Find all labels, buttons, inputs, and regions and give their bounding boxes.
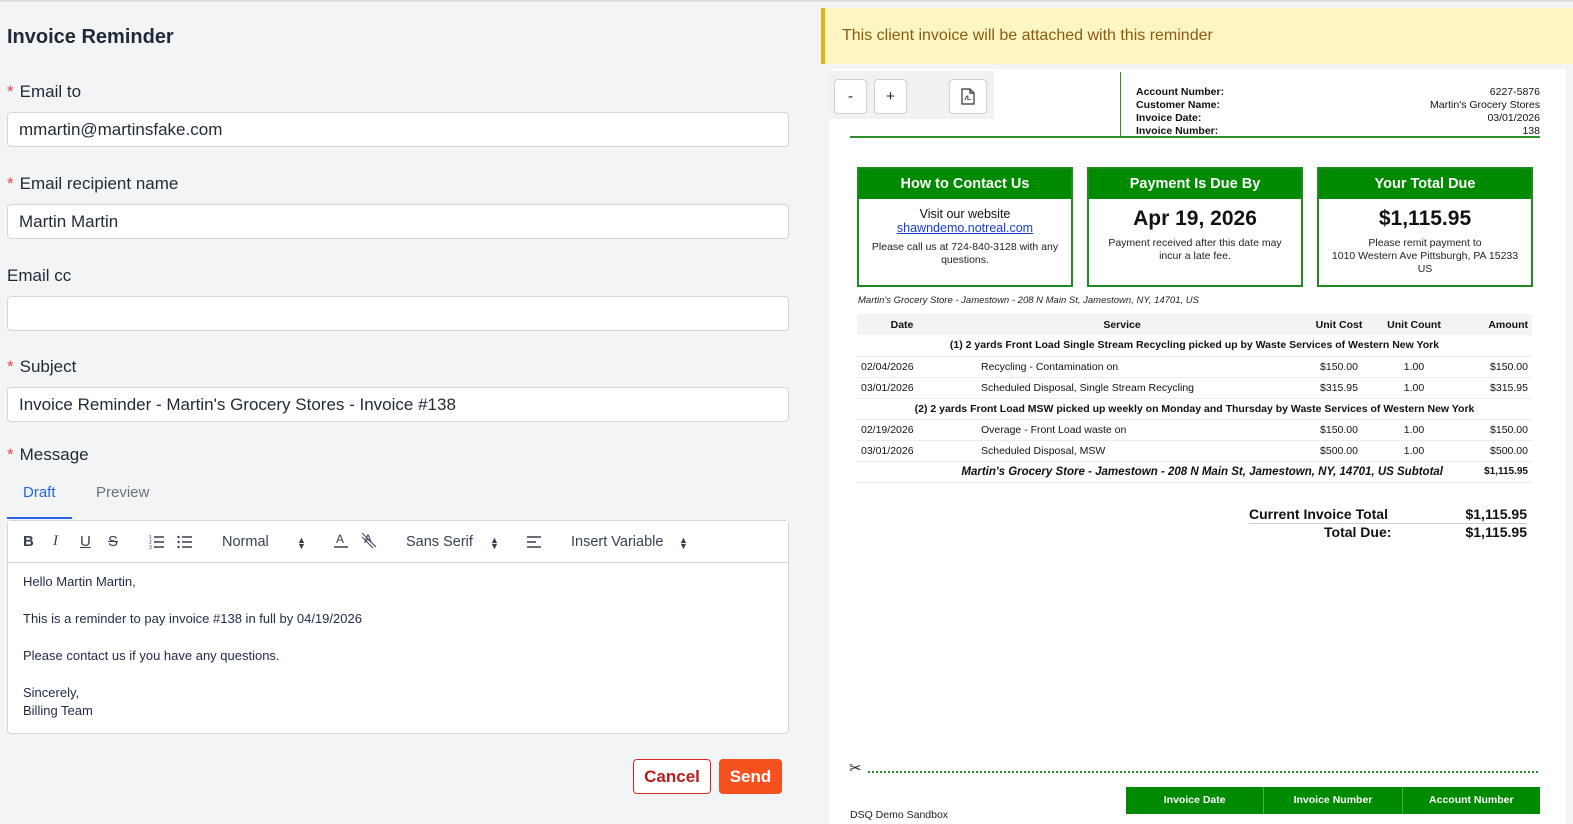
bullet-list-icon[interactable]	[177, 533, 193, 553]
italic-button[interactable]: I	[53, 533, 58, 550]
font-select[interactable]: Sans Serif ▲ ▼	[406, 534, 502, 551]
due-date-card: Payment Is Due By Apr 19, 2026 Payment r…	[1087, 167, 1303, 287]
scissors-icon: ✂	[849, 760, 862, 777]
recipient-name-input[interactable]: Martin Martin	[7, 204, 789, 239]
remit-note: Please remit payment to 1010 Western Ave…	[1331, 237, 1519, 275]
website-link[interactable]: shawndemo.notreal.com	[859, 221, 1071, 235]
svg-text:3: 3	[149, 545, 152, 549]
service-group-row: (1) 2 yards Front Load Single Stream Rec…	[857, 335, 1532, 357]
message-label: * Message	[7, 445, 89, 464]
select-arrows-icon: ▲ ▼	[297, 535, 306, 551]
subject-label: * Subject	[7, 357, 77, 376]
subject-input[interactable]: Invoice Reminder - Martin's Grocery Stor…	[7, 387, 789, 422]
contact-card: How to Contact Us Visit our website shaw…	[857, 167, 1073, 287]
select-arrows-icon: ▲ ▼	[490, 535, 499, 551]
header-rule	[850, 136, 1540, 138]
email-cc-label: Email cc	[7, 266, 72, 285]
message-line: Please contact us if you have any questi…	[23, 648, 280, 663]
zoom-in-button[interactable]: +	[874, 79, 907, 114]
underline-button[interactable]: U	[80, 533, 91, 550]
message-body[interactable]: Hello Martin Martin, This is a reminder …	[23, 573, 362, 720]
col-unit-cost: Unit Cost	[1297, 314, 1381, 335]
account-number-row: Account Number: 6227-5876	[1136, 86, 1540, 98]
pdf-download-icon[interactable]	[949, 79, 987, 114]
col-date: Date	[857, 314, 947, 335]
required-marker: *	[7, 357, 14, 376]
header-divider	[1120, 72, 1121, 138]
customer-name-row: Customer Name: Martin's Grocery Stores	[1136, 99, 1540, 111]
cancel-button[interactable]: Cancel	[633, 759, 711, 794]
svg-text:A: A	[336, 532, 344, 546]
invoice-date-row: Invoice Date: 03/01/2026	[1136, 112, 1540, 124]
invoice-line-items: Date Service Unit Cost Unit Count Amount…	[857, 314, 1532, 483]
remit-col-invoice-date: Invoice Date	[1126, 787, 1265, 814]
col-unit-count: Unit Count	[1381, 314, 1447, 335]
invoice-reminder-form: Invoice Reminder * Email to mmartin@marti…	[0, 0, 800, 824]
tab-draft[interactable]: Draft	[23, 484, 56, 501]
message-line: Billing Team	[23, 703, 93, 718]
insert-variable-select[interactable]: Insert Variable ▲ ▼	[571, 534, 691, 551]
table-header: Date Service Unit Cost Unit Count Amount	[857, 314, 1532, 335]
invoice-document: - + Account Number: 6227-5876 Customer Na…	[829, 69, 1566, 824]
tab-preview[interactable]: Preview	[96, 484, 149, 501]
required-marker: *	[7, 174, 14, 193]
attachment-notice-banner: This client invoice will be attached wit…	[821, 8, 1573, 64]
strike-button[interactable]: S	[108, 533, 118, 550]
send-button[interactable]: Send	[719, 759, 782, 794]
message-line: Sincerely,	[23, 685, 80, 700]
email-to-input[interactable]: mmartin@martinsfake.com	[7, 112, 789, 147]
service-location: Martin's Grocery Store - Jamestown - 208…	[858, 295, 1199, 306]
col-amount: Amount	[1447, 314, 1532, 335]
zoom-out-button[interactable]: -	[834, 79, 867, 114]
text-color-icon[interactable]: A	[333, 531, 349, 553]
highlight-icon[interactable]: A	[361, 531, 377, 553]
contact-heading: How to Contact Us	[859, 169, 1071, 199]
late-fee-note: Payment received after this date may inc…	[1108, 237, 1282, 262]
message-line: Hello Martin Martin,	[23, 574, 136, 589]
message-editor: B I U S 123 Normal▲▼ A A Sans Serif▲▼ In…	[7, 520, 789, 734]
required-marker: *	[7, 445, 14, 464]
email-cc-input[interactable]	[7, 296, 789, 331]
align-icon[interactable]	[526, 533, 542, 553]
account-details: Account Number: 6227-5876 Customer Name: M…	[1136, 86, 1540, 138]
col-service: Service	[947, 314, 1297, 335]
remit-col-account-number: Account Number	[1429, 794, 1514, 806]
invoice-totals: Current Invoice Total $1,115.95 Total Due…	[1249, 506, 1527, 542]
recipient-name-label: * Email recipient name	[7, 174, 179, 193]
remittance-header: Invoice Date Invoice Number Account Numb…	[1126, 787, 1540, 814]
editor-toolbar: B I U S 123 Normal▲▼ A A Sans Serif▲▼ In…	[8, 521, 788, 563]
table-row: 03/01/2026 Scheduled Disposal, Single Str…	[857, 377, 1532, 399]
total-due-row: Total Due: $1,115.95	[1324, 524, 1527, 540]
table-row: 03/01/2026 Scheduled Disposal, MSW $500.00…	[857, 440, 1532, 462]
company-name: DSQ Demo Sandbox	[850, 809, 949, 821]
due-heading: Payment Is Due By	[1089, 169, 1301, 199]
due-date: Apr 19, 2026	[1133, 207, 1257, 230]
total-heading: Your Total Due	[1319, 169, 1531, 199]
ordered-list-icon[interactable]: 123	[149, 533, 165, 553]
page-title: Invoice Reminder	[7, 26, 174, 48]
subtotal-row: Martin's Grocery Store - Jamestown - 208…	[857, 461, 1532, 483]
active-tab-indicator	[7, 517, 72, 519]
message-tabs: Draft Preview	[7, 478, 207, 520]
tear-line	[868, 771, 1538, 773]
table-row: 02/19/2026 Overage - Front Load waste on $…	[857, 419, 1532, 441]
contact-phone-text: Please call us at 724-840-3128 with any …	[871, 241, 1059, 266]
current-total-row: Current Invoice Total $1,115.95	[1249, 506, 1527, 524]
total-due-card: Your Total Due $1,115.95 Please remit pa…	[1317, 167, 1533, 287]
heading-select[interactable]: Normal ▲ ▼	[222, 534, 306, 551]
service-group-row: (2) 2 yards Front Load MSW picked up wee…	[857, 398, 1532, 420]
email-to-label: * Email to	[7, 82, 82, 101]
bold-button[interactable]: B	[23, 533, 34, 550]
select-arrows-icon: ▲ ▼	[679, 535, 688, 551]
contact-line: Visit our website	[919, 207, 1011, 221]
viewer-controls: - +	[829, 71, 994, 119]
table-row: 02/04/2026 Recycling - Contamination on $1…	[857, 356, 1532, 378]
remit-col-invoice-number: Invoice Number	[1264, 787, 1403, 814]
total-due-amount: $1,115.95	[1378, 207, 1472, 230]
message-line: This is a reminder to pay invoice #138 i…	[23, 611, 362, 626]
required-marker: *	[7, 82, 14, 101]
